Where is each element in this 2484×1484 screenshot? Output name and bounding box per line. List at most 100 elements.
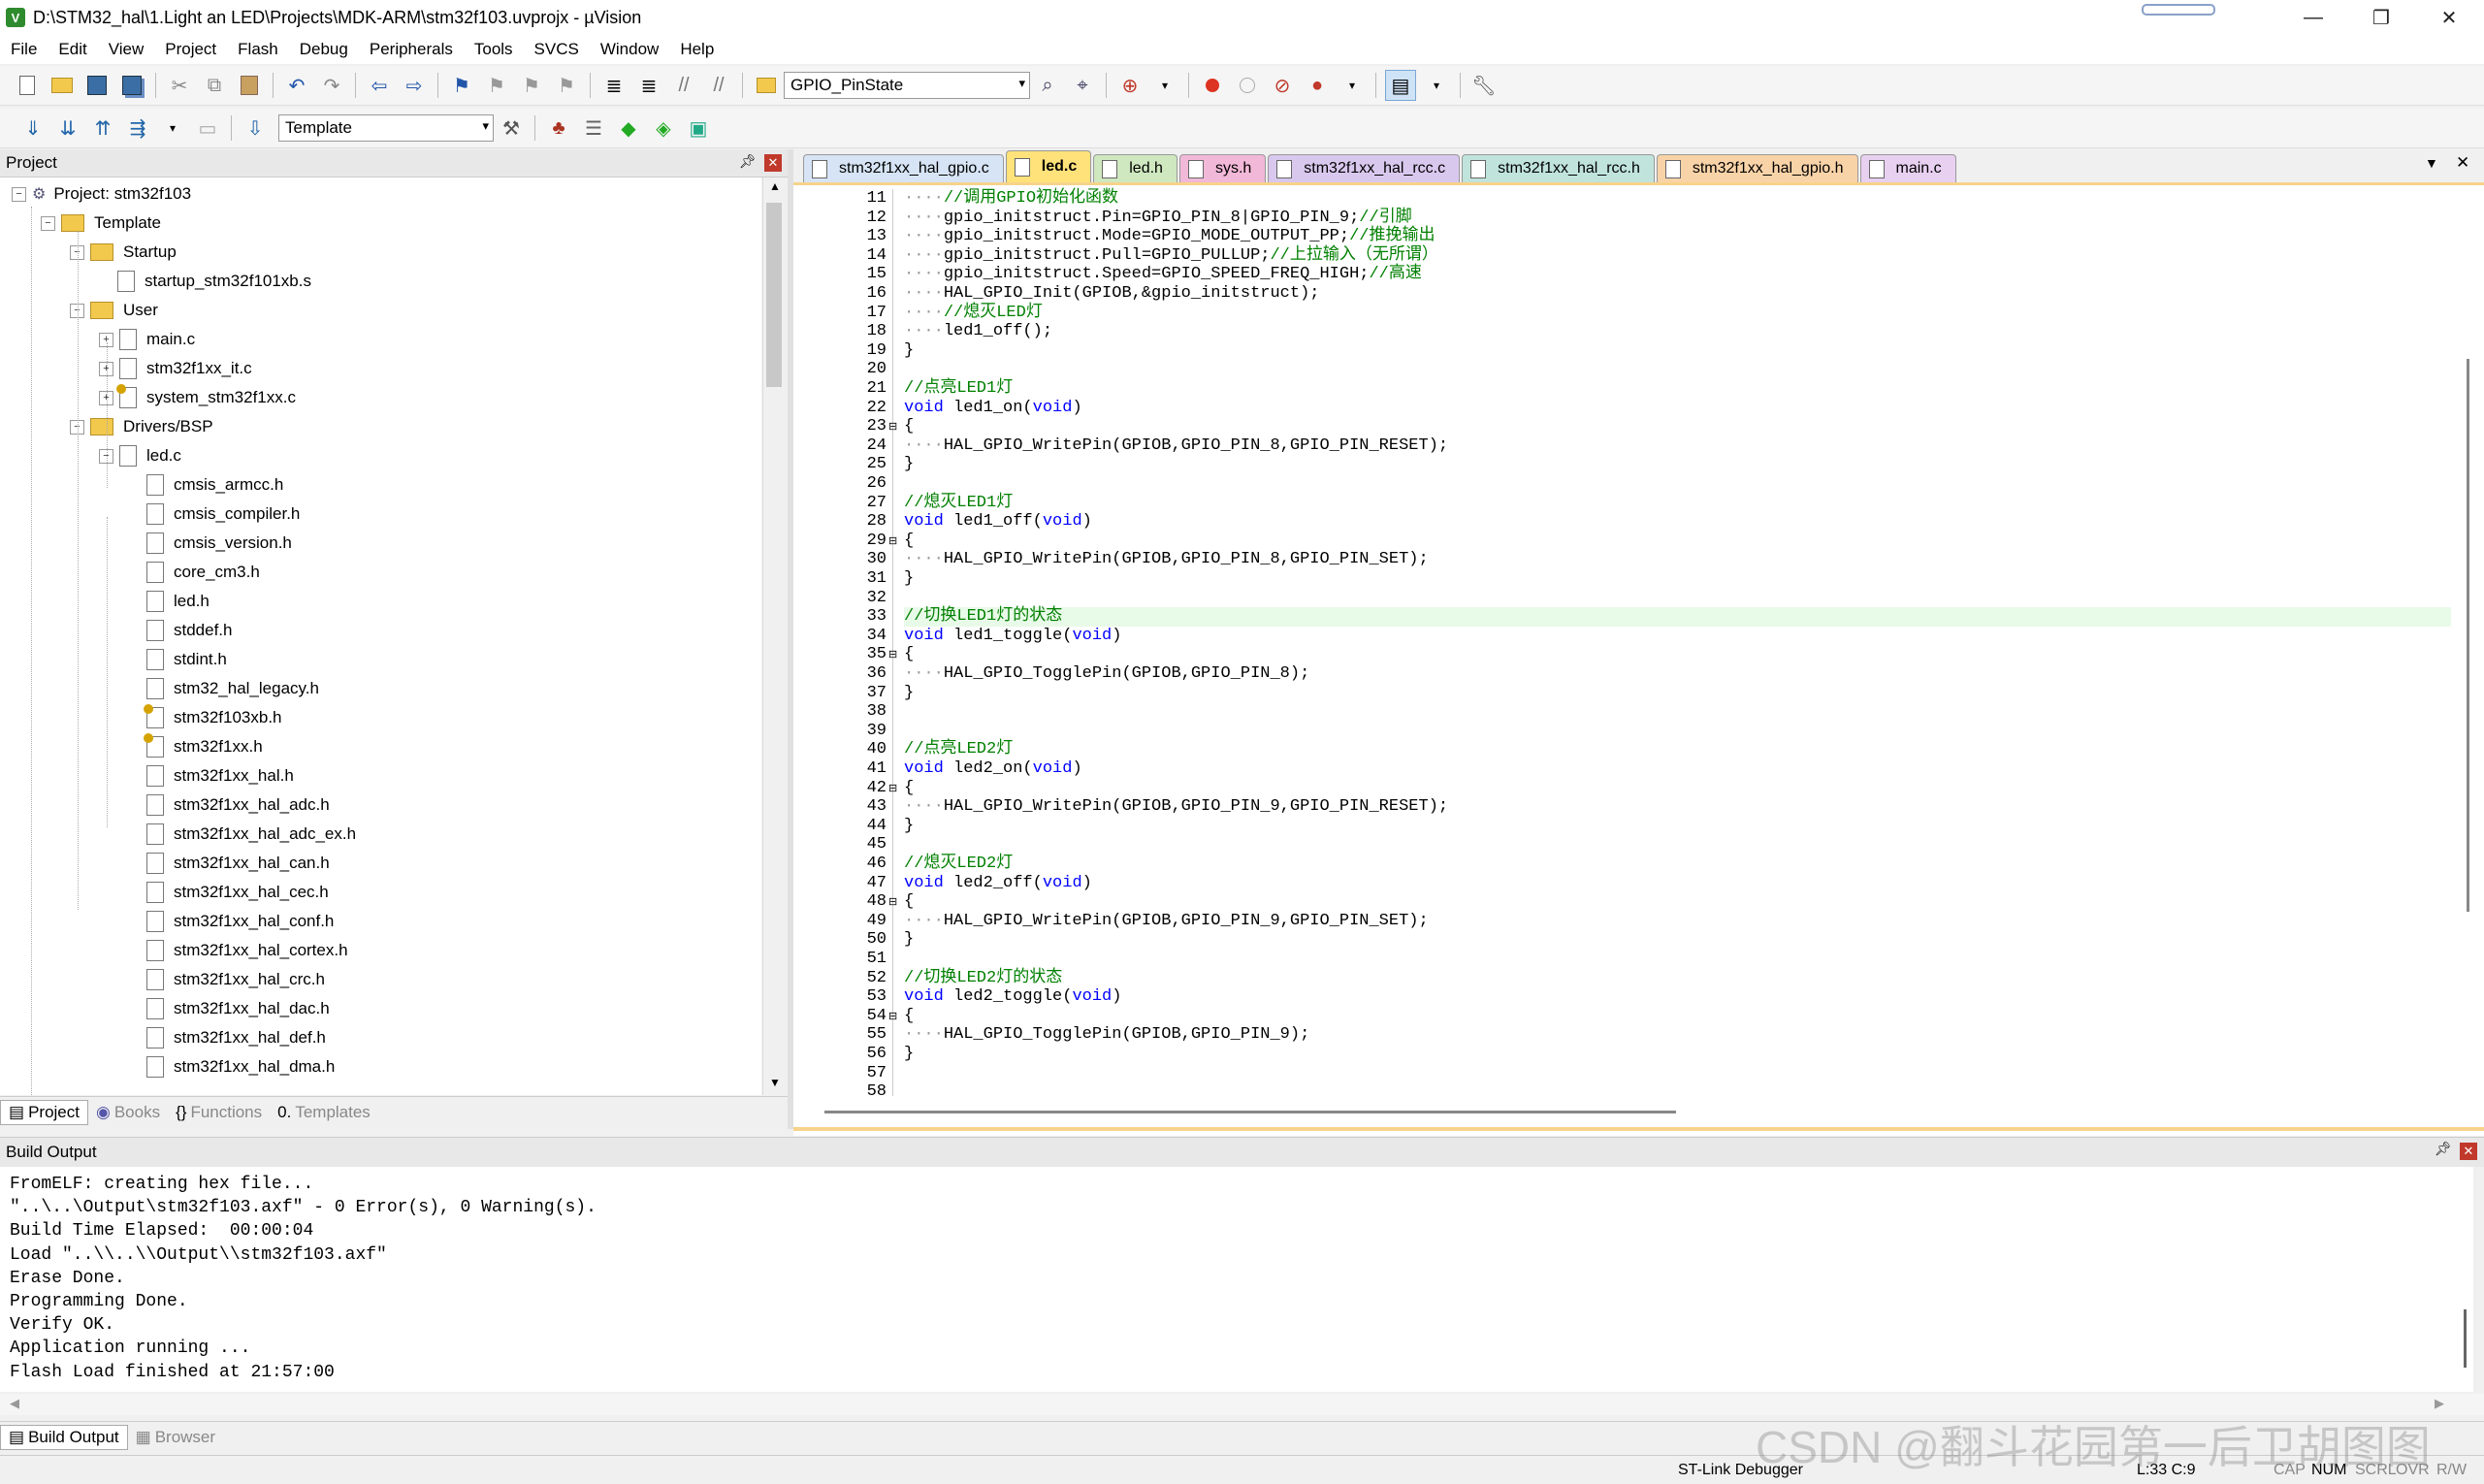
bookmark-prev-icon[interactable]: ⚑ xyxy=(482,71,511,100)
tree-item[interactable]: cmsis_version.h xyxy=(128,529,292,558)
tree-item[interactable]: − ⚙ Project: stm32f103 xyxy=(12,179,191,209)
close-button[interactable]: ✕ xyxy=(2415,0,2483,35)
chevron-down-icon[interactable]: ▾ xyxy=(482,118,489,134)
maximize-button[interactable]: ❐ xyxy=(2347,0,2415,35)
menu-svcs[interactable]: SVCS xyxy=(524,40,590,59)
redo-icon[interactable]: ↷ xyxy=(317,71,346,100)
editor-tab[interactable]: sys.h xyxy=(1178,154,1267,182)
copy-icon[interactable]: ⧉ xyxy=(200,71,229,100)
tab-project[interactable]: ▤ Project xyxy=(0,1100,88,1125)
file-extensions-icon[interactable]: ☰ xyxy=(579,113,608,143)
tree-item[interactable]: cmsis_armcc.h xyxy=(128,470,283,500)
tree-item[interactable]: − Drivers/BSP xyxy=(70,412,213,441)
collapse-icon[interactable]: − xyxy=(12,186,26,202)
undo-icon[interactable]: ↶ xyxy=(282,71,311,100)
comment-icon[interactable]: // xyxy=(669,71,698,100)
tree-item[interactable]: stddef.h xyxy=(128,616,233,645)
tree-item[interactable]: stm32f1xx.h xyxy=(128,732,263,761)
bookmark-next-icon[interactable]: ⚑ xyxy=(517,71,546,100)
tree-item[interactable]: stm32f1xx_hal_def.h xyxy=(128,1023,326,1052)
menu-file[interactable]: File xyxy=(0,40,48,59)
tree-item[interactable]: startup_stm32f101xb.s xyxy=(99,267,311,296)
chevron-down-icon[interactable]: ▾ xyxy=(158,113,187,143)
menu-window[interactable]: Window xyxy=(590,40,669,59)
minimize-button[interactable]: — xyxy=(2279,0,2347,35)
tree-item[interactable]: stm32f1xx_hal_dma.h xyxy=(128,1052,335,1081)
target-combo[interactable]: Template ▾ xyxy=(278,114,494,142)
scroll-thumb[interactable] xyxy=(766,203,782,387)
find-dialog-icon[interactable]: ⌖ xyxy=(1068,71,1097,100)
tree-item[interactable]: stm32_hal_legacy.h xyxy=(128,674,319,703)
build-icon[interactable]: ⇊ xyxy=(53,113,82,143)
menu-flash[interactable]: Flash xyxy=(227,40,289,59)
tab-templates[interactable]: 0. Templates xyxy=(270,1101,378,1124)
chevron-down-icon[interactable]: ▾ xyxy=(1422,71,1451,100)
tree-item[interactable]: stdint.h xyxy=(128,645,227,674)
paste-icon[interactable] xyxy=(235,71,264,100)
window-layout-icon[interactable]: ▤ xyxy=(1385,70,1416,101)
menu-help[interactable]: Help xyxy=(669,40,725,59)
tree-item[interactable]: − Template xyxy=(41,209,161,238)
tree-item[interactable]: + system_stm32f1xx.c xyxy=(99,383,296,412)
new-file-icon[interactable] xyxy=(13,71,42,100)
menu-edit[interactable]: Edit xyxy=(48,40,97,59)
breakpoint-icon[interactable] xyxy=(1198,71,1227,100)
scroll-up-icon[interactable]: ▲ xyxy=(769,179,781,193)
bookmark-clear-icon[interactable]: ⚑ xyxy=(552,71,581,100)
debug-session-icon[interactable]: ⊕ xyxy=(1115,71,1145,100)
configure-icon[interactable]: 🔧︎ xyxy=(1469,71,1499,100)
scroll-down-icon[interactable]: ▼ xyxy=(769,1076,781,1089)
save-all-icon[interactable] xyxy=(117,71,146,100)
close-icon[interactable]: ✕ xyxy=(764,154,782,172)
output-scrollbar[interactable] xyxy=(2464,1309,2467,1368)
horizontal-scrollbar[interactable] xyxy=(824,1111,1676,1113)
menu-project[interactable]: Project xyxy=(154,40,227,59)
tree-item[interactable]: cmsis_compiler.h xyxy=(128,500,300,529)
nav-back-icon[interactable]: ⇦ xyxy=(365,71,394,100)
uncomment-icon[interactable]: // xyxy=(704,71,733,100)
tab-functions[interactable]: {} Functions xyxy=(168,1101,270,1124)
manage-rte-icon[interactable]: ◆ xyxy=(614,113,643,143)
editor-tab[interactable]: stm32f1xx_hal_rcc.h xyxy=(1462,154,1655,182)
rebuild-icon[interactable]: ⇈ xyxy=(88,113,117,143)
tab-list-chevron-icon[interactable]: ▼ xyxy=(2425,155,2438,171)
project-scrollbar[interactable]: ▲ ▼ xyxy=(762,177,787,1095)
tree-item[interactable]: stm32f1xx_hal_cec.h xyxy=(128,878,329,907)
scroll-left-icon[interactable]: ◀ xyxy=(10,1396,19,1411)
fold-collapse-icon[interactable]: ⊟ xyxy=(888,648,897,661)
find-combo[interactable]: GPIO_PinState ▾ xyxy=(784,72,1030,99)
scroll-right-icon[interactable]: ▶ xyxy=(2435,1396,2444,1411)
close-icon[interactable]: ✕ xyxy=(2460,1143,2477,1160)
tree-item[interactable]: stm32f1xx_hal_crc.h xyxy=(128,965,325,994)
nav-forward-icon[interactable]: ⇨ xyxy=(400,71,429,100)
unindent-icon[interactable]: ≣ xyxy=(634,71,663,100)
menu-tools[interactable]: Tools xyxy=(464,40,524,59)
stop-build-icon[interactable]: ▭ xyxy=(193,113,222,143)
build-output-text[interactable]: FromELF: creating hex file... "..\..\Outp… xyxy=(0,1167,2473,1392)
target-options-icon[interactable]: ⚒ xyxy=(497,113,526,143)
tree-item[interactable]: led.h xyxy=(128,587,210,616)
vertical-scrollbar[interactable] xyxy=(2467,359,2469,912)
chevron-down-icon[interactable]: ▾ xyxy=(1338,71,1367,100)
editor-tab[interactable]: led.c xyxy=(1005,150,1092,182)
tree-item[interactable]: − led.c xyxy=(99,441,181,470)
tree-item[interactable]: − Startup xyxy=(70,238,177,267)
cut-icon[interactable]: ✂ xyxy=(165,71,194,100)
tree-item[interactable]: stm32f1xx_hal_dac.h xyxy=(128,994,330,1023)
manage-components-icon[interactable]: ♣ xyxy=(544,113,573,143)
tree-item[interactable]: stm32f103xb.h xyxy=(128,703,282,732)
batch-build-icon[interactable]: ⇶ xyxy=(123,113,152,143)
menu-debug[interactable]: Debug xyxy=(289,40,359,59)
chevron-down-icon[interactable]: ▾ xyxy=(1150,71,1179,100)
tree-item[interactable]: stm32f1xx_hal_conf.h xyxy=(128,907,334,936)
fold-collapse-icon[interactable]: ⊟ xyxy=(888,895,897,909)
select-packs-icon[interactable]: ◈ xyxy=(649,113,678,143)
breakpoint-disable-icon[interactable] xyxy=(1233,71,1262,100)
tree-item[interactable]: stm32f1xx_hal_can.h xyxy=(128,849,330,878)
tree-item[interactable]: + main.c xyxy=(99,325,195,354)
tree-item[interactable]: − User xyxy=(70,296,158,325)
tree-item[interactable]: stm32f1xx_hal_cortex.h xyxy=(128,936,348,965)
find-in-files-icon[interactable] xyxy=(752,71,781,100)
translate-icon[interactable]: ⇓ xyxy=(18,113,48,143)
tab-books[interactable]: ◉ Books xyxy=(88,1101,168,1124)
